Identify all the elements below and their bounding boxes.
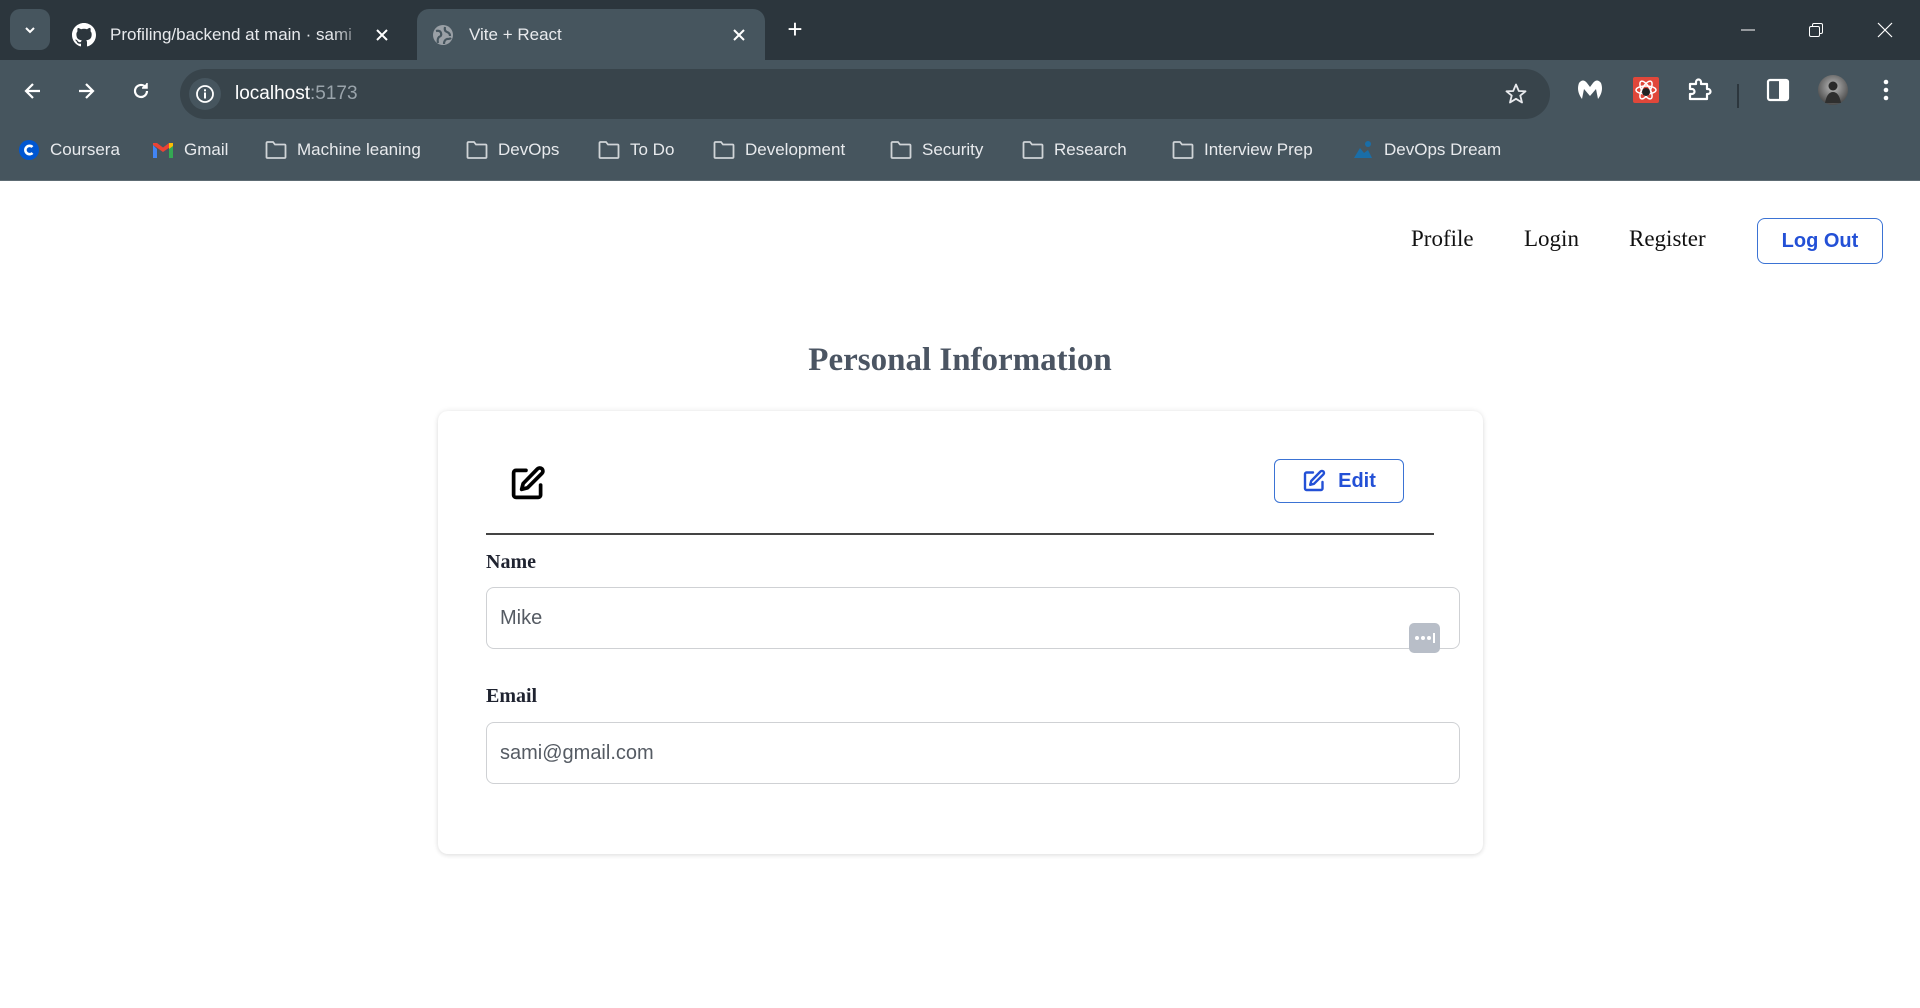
folder-icon: [466, 140, 488, 160]
bookmark-label: DevOps: [498, 140, 560, 159]
tab-title: Profiling/backend at main · sami: [110, 24, 352, 44]
bookmark-label: DevOps Dream: [1384, 140, 1502, 159]
url-port: :5173: [310, 83, 358, 104]
bookmark-star-button[interactable]: [1504, 82, 1528, 106]
nav-link-register[interactable]: Register: [1629, 226, 1706, 252]
bookmark-label: Development: [745, 140, 846, 159]
toolbar-separator: [1737, 84, 1739, 108]
bookmark-gmail[interactable]: Gmail: [152, 136, 228, 164]
name-label: Name: [486, 551, 536, 573]
url-host: localhost: [235, 83, 310, 104]
reload-icon: [133, 83, 149, 99]
nav-link-profile[interactable]: Profile: [1411, 226, 1474, 252]
devops-dream-icon: [1352, 140, 1374, 160]
folder-icon: [713, 140, 735, 160]
name-input[interactable]: [486, 587, 1460, 649]
react-bug-icon: [1633, 77, 1659, 103]
email-label: Email: [486, 685, 538, 707]
puzzle-icon: [1688, 78, 1712, 101]
tab-title: Vite + React: [469, 24, 562, 44]
browser-toolbar: localhost:5173: [0, 60, 1920, 120]
bookmark-label: To Do: [630, 140, 675, 159]
avatar: [1818, 75, 1848, 105]
bookmark-label: Interview Prep: [1204, 140, 1313, 159]
folder-icon: [890, 140, 912, 160]
chrome-menu-button[interactable]: [1870, 74, 1902, 106]
bookmark-devops-dream[interactable]: DevOps Dream: [1352, 136, 1501, 164]
minimize-button[interactable]: [1725, 12, 1771, 48]
email-input[interactable]: [486, 722, 1460, 784]
bookmarks-bar: Coursera Gmail Machine leaning DevOps To…: [0, 120, 1920, 181]
bookmark-label: Security: [922, 140, 984, 159]
password-manager-button[interactable]: [1409, 623, 1440, 653]
tab-close-button[interactable]: [727, 23, 751, 47]
bookmark-label: Gmail: [184, 140, 229, 159]
bookmark-security[interactable]: Security: [890, 136, 983, 164]
folder-icon: [1022, 140, 1044, 160]
edit-button-label: Edit: [1338, 469, 1376, 492]
bookmark-label: Coursera: [50, 140, 120, 159]
edit-square-icon: [511, 466, 545, 500]
close-icon: [733, 28, 745, 41]
edit-button[interactable]: Edit: [1274, 459, 1404, 503]
folder-icon: [1172, 140, 1194, 160]
bookmark-label: Machine leaning: [297, 140, 421, 159]
malwarebytes-extension[interactable]: [1574, 74, 1606, 106]
bookmark-to-do[interactable]: To Do: [598, 136, 674, 164]
profile-avatar-button[interactable]: [1817, 74, 1849, 106]
close-window-button[interactable]: [1862, 12, 1908, 48]
gmail-icon: [152, 140, 174, 160]
tab-vite-react[interactable]: Vite + React: [417, 9, 765, 60]
minimize-icon: [1741, 29, 1755, 31]
restore-icon: [1809, 23, 1823, 37]
address-bar[interactable]: localhost:5173: [180, 69, 1550, 119]
back-button[interactable]: [17, 75, 49, 107]
bookmark-label: Research: [1054, 140, 1127, 159]
folder-icon: [598, 140, 620, 160]
extensions-button[interactable]: [1683, 74, 1715, 106]
github-icon: [72, 22, 96, 47]
tab-close-button[interactable]: [370, 23, 394, 47]
bookmark-coursera[interactable]: Coursera: [18, 136, 120, 164]
bookmark-development[interactable]: Development: [713, 136, 845, 164]
tab-search-button[interactable]: [10, 9, 50, 50]
new-tab-button[interactable]: +: [783, 16, 807, 42]
bookmark-devops[interactable]: DevOps: [466, 136, 559, 164]
reload-button[interactable]: [125, 75, 157, 107]
arrow-left-icon: [24, 83, 40, 99]
personal-info-card: Edit Name Email: [438, 411, 1483, 854]
close-icon: [1877, 22, 1893, 38]
tab-strip: Profiling/backend at main · sami Vite + …: [0, 0, 1920, 60]
star-icon: [1505, 83, 1527, 104]
edit-icon: [1303, 469, 1326, 492]
react-devtools-extension[interactable]: [1630, 74, 1662, 106]
page-content: Profile Login Register Log Out Personal …: [0, 181, 1920, 1008]
globe-icon: [431, 23, 455, 47]
page-title: Personal Information: [808, 342, 1112, 378]
password-dots-icon: [1414, 633, 1435, 643]
logout-button[interactable]: Log Out: [1757, 218, 1883, 264]
arrow-right-icon: [79, 83, 95, 99]
side-panel-button[interactable]: [1762, 74, 1794, 106]
bookmark-interview-prep[interactable]: Interview Prep: [1172, 136, 1313, 164]
malwarebytes-icon: [1578, 80, 1602, 99]
url-text[interactable]: localhost:5173: [235, 69, 358, 119]
more-vert-icon: [1883, 79, 1889, 101]
side-panel-icon: [1766, 78, 1790, 102]
restore-button[interactable]: [1793, 12, 1839, 48]
bookmark-research[interactable]: Research: [1022, 136, 1127, 164]
bookmark-machine-leaning[interactable]: Machine leaning: [265, 136, 421, 164]
card-divider: [486, 533, 1434, 535]
site-info-button[interactable]: [189, 78, 221, 110]
forward-button[interactable]: [70, 75, 102, 107]
tab-github[interactable]: Profiling/backend at main · sami: [58, 9, 408, 60]
folder-icon: [265, 140, 287, 160]
nav-link-login[interactable]: Login: [1524, 226, 1579, 252]
info-icon: [196, 85, 214, 103]
chevron-down-icon: [25, 26, 35, 33]
coursera-icon: [18, 140, 40, 160]
close-icon: [376, 28, 388, 41]
